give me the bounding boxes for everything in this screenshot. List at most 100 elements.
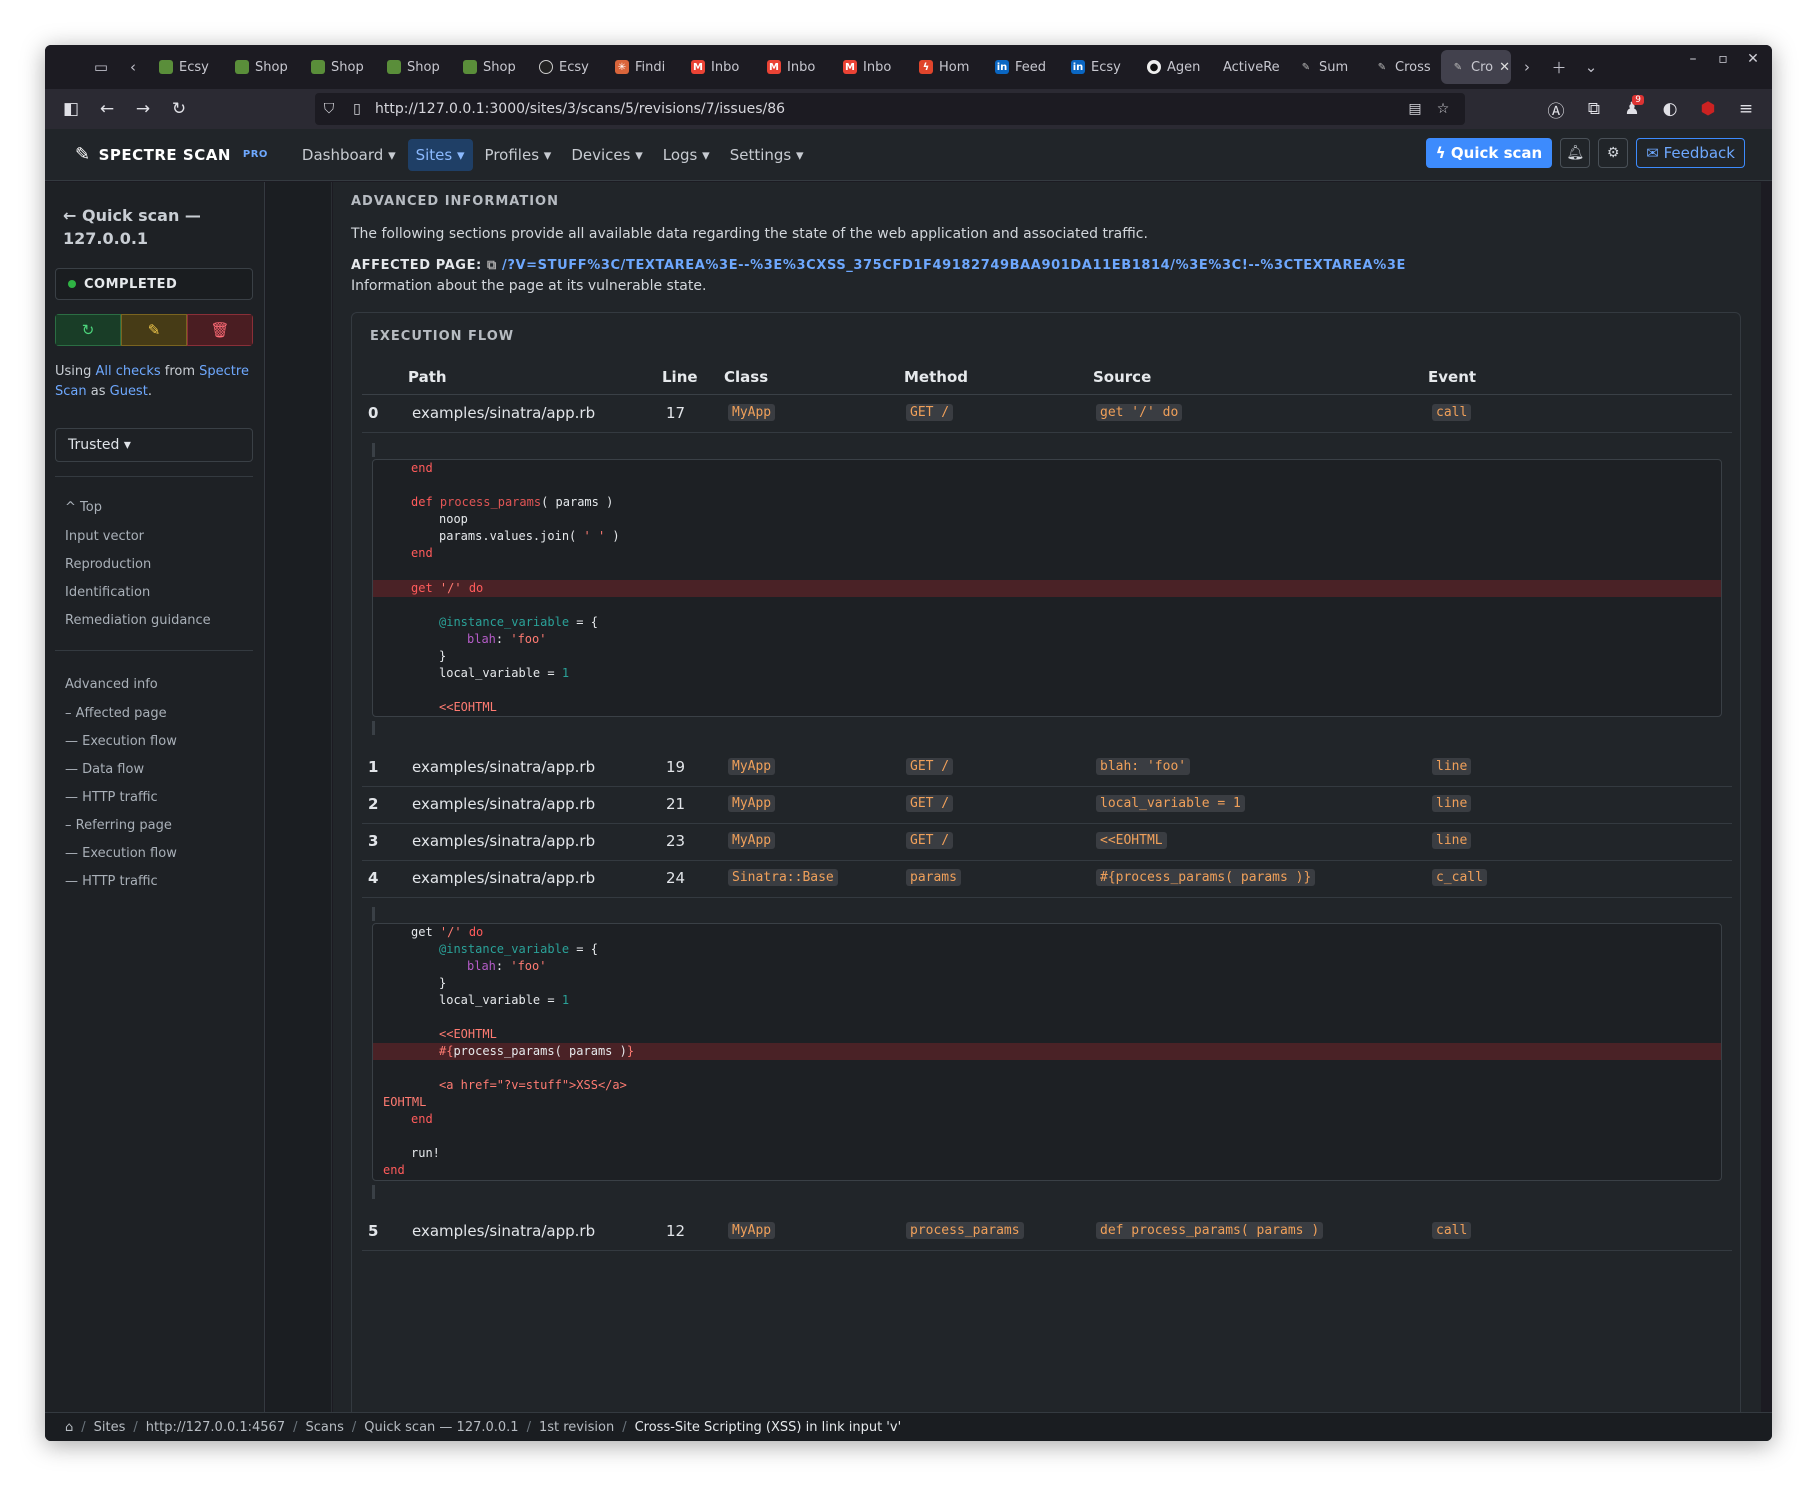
close-tab-icon[interactable]: ✕ bbox=[1499, 60, 1510, 75]
app-header: ✎ SPECTRE SCAN PRO Dashboard ▾ Sites ▾ Pr… bbox=[45, 129, 1772, 181]
sidebar-toggle-icon[interactable]: ◧ bbox=[53, 93, 89, 125]
rescan-button[interactable]: ↻ bbox=[55, 314, 121, 346]
toc-input-vector[interactable]: Input vector bbox=[65, 529, 144, 544]
browser-tab[interactable]: M Inbo bbox=[757, 50, 833, 84]
toc-data-flow[interactable]: — Data flow bbox=[65, 762, 144, 777]
toc-execution-flow[interactable]: — Execution flow bbox=[65, 734, 177, 749]
brand[interactable]: ✎ SPECTRE SCAN PRO bbox=[75, 144, 268, 165]
toc-advanced-info[interactable]: Advanced info bbox=[65, 677, 158, 692]
account-icon[interactable]: Ⓐ bbox=[1540, 93, 1572, 125]
browser-tab[interactable]: in Feed bbox=[985, 50, 1061, 84]
close-window-icon[interactable]: ✕ bbox=[1742, 51, 1764, 67]
toc-referring-page[interactable]: – Referring page bbox=[65, 818, 172, 833]
shop-icon bbox=[311, 60, 325, 74]
notifications-ext-icon[interactable]: ♟ 9 bbox=[1616, 93, 1648, 125]
code-bracket bbox=[372, 721, 375, 735]
crumb-scan[interactable]: Quick scan — 127.0.0.1 bbox=[364, 1420, 518, 1435]
browser-tab[interactable]: Shop bbox=[453, 50, 529, 84]
nav-bar: ◧ ← → ↻ ⛉ ▯ http://127.0.0.1:3000/sites/… bbox=[45, 89, 1772, 129]
browser-tab[interactable]: ✳ Findi bbox=[605, 50, 681, 84]
forward-icon[interactable]: → bbox=[125, 93, 161, 125]
reload-icon[interactable]: ↻ bbox=[161, 93, 197, 125]
sync-icon[interactable]: ◐ bbox=[1654, 93, 1686, 125]
tab-scroll-left-icon[interactable]: ‹ bbox=[117, 51, 149, 83]
menu-logs[interactable]: Logs ▾ bbox=[655, 139, 718, 171]
browser-tab[interactable]: Shop bbox=[301, 50, 377, 84]
bookmark-star-icon[interactable]: ☆ bbox=[1429, 101, 1457, 117]
crumb-scans[interactable]: Scans bbox=[305, 1420, 343, 1435]
browser-tab[interactable]: ✎ Sum bbox=[1289, 50, 1365, 84]
hamburger-menu-icon[interactable]: ≡ bbox=[1730, 93, 1762, 125]
menu-sites[interactable]: Sites ▾ bbox=[407, 138, 473, 171]
toc-referring-execution-flow[interactable]: — Execution flow bbox=[65, 846, 177, 861]
crumb-issue: Cross-Site Scripting (XSS) in link input… bbox=[634, 1419, 902, 1435]
gear-icon[interactable]: ⚙ bbox=[1598, 138, 1629, 168]
back-icon[interactable]: ← bbox=[89, 93, 125, 125]
toc-reproduction[interactable]: Reproduction bbox=[65, 557, 151, 572]
table-row[interactable]: 3 examples/sinatra/app.rb 23 MyApp GET /… bbox=[362, 823, 1732, 861]
toc-remediation[interactable]: Remediation guidance bbox=[65, 613, 211, 628]
main-menu: Dashboard ▾ Sites ▾ Profiles ▾ Devices ▾… bbox=[294, 138, 812, 171]
trusted-dropdown[interactable]: Trusted ▾ bbox=[55, 428, 253, 462]
affected-page: AFFECTED PAGE: ⧉ /?V=STUFF%3C/TEXTAREA%3… bbox=[351, 258, 1406, 273]
tab-list-chevron-icon[interactable]: ⌄ bbox=[1575, 51, 1607, 83]
reader-view-icon[interactable]: ▤ bbox=[1401, 101, 1429, 117]
minimize-icon[interactable]: – bbox=[1682, 51, 1704, 67]
toc-identification[interactable]: Identification bbox=[65, 585, 150, 600]
table-row[interactable]: 5 examples/sinatra/app.rb 12 MyApp proce… bbox=[362, 1213, 1732, 1251]
browser-tab[interactable]: M Inbo bbox=[681, 50, 757, 84]
crumb-sites[interactable]: Sites bbox=[94, 1420, 126, 1435]
menu-devices[interactable]: Devices ▾ bbox=[563, 139, 650, 171]
toc-top[interactable]: ^ Top bbox=[65, 500, 102, 515]
affected-page-link[interactable]: /?V=STUFF%3C/TEXTAREA%3E--%3E%3CXSS_375C… bbox=[502, 258, 1406, 273]
crumb-revision[interactable]: 1st revision bbox=[539, 1420, 614, 1435]
toc-affected-page[interactable]: – Affected page bbox=[65, 706, 167, 721]
bell-icon[interactable]: 🔔︎ bbox=[1560, 138, 1591, 168]
browser-tab[interactable]: in Ecsy bbox=[1061, 50, 1137, 84]
table-row[interactable]: 2 examples/sinatra/app.rb 21 MyApp GET /… bbox=[362, 786, 1732, 824]
envelope-icon: ✉ bbox=[1646, 144, 1659, 162]
url-bar[interactable]: ⛉ ▯ http://127.0.0.1:3000/sites/3/scans/… bbox=[315, 93, 1465, 125]
browser-tab[interactable]: Ecsy bbox=[149, 50, 225, 84]
guest-link[interactable]: Guest bbox=[110, 384, 148, 399]
maximize-icon[interactable]: ▫ bbox=[1712, 51, 1734, 67]
browser-tab[interactable]: ✎ Cross bbox=[1365, 50, 1441, 84]
browser-tab[interactable]: Ecsy bbox=[529, 50, 605, 84]
browser-tab[interactable]: ActiveRe bbox=[1213, 50, 1289, 84]
browser-tab[interactable]: Shop bbox=[377, 50, 453, 84]
checks-link[interactable]: All checks bbox=[96, 364, 161, 379]
browser-tab-active[interactable]: ✎ Cro ✕ bbox=[1441, 50, 1511, 84]
divider bbox=[55, 476, 253, 477]
tab-scroll-right-icon[interactable]: › bbox=[1511, 51, 1543, 83]
delete-button[interactable]: 🗑︎ bbox=[187, 314, 253, 346]
menu-dashboard[interactable]: Dashboard ▾ bbox=[294, 139, 404, 171]
ublock-icon[interactable]: ⬢ bbox=[1692, 93, 1724, 125]
scan-config-text: Using All checks from Spectre Scan as Gu… bbox=[55, 364, 249, 399]
quick-scan-button[interactable]: ϟ Quick scan bbox=[1425, 138, 1553, 168]
code-bracket bbox=[372, 907, 375, 921]
feedback-button[interactable]: ✉ Feedback bbox=[1636, 138, 1745, 168]
browser-tab[interactable]: ϟ Hom bbox=[909, 50, 985, 84]
scan-title[interactable]: ← Quick scan — 127.0.0.1 bbox=[63, 204, 243, 250]
browser-tab[interactable]: M Inbo bbox=[833, 50, 909, 84]
crumb-site[interactable]: http://127.0.0.1:4567 bbox=[146, 1420, 285, 1435]
home-icon[interactable]: ⌂ bbox=[65, 1420, 73, 1435]
browser-tab[interactable]: ● Agen bbox=[1137, 50, 1213, 84]
menu-profiles[interactable]: Profiles ▾ bbox=[477, 139, 560, 171]
browser-tab[interactable]: Shop bbox=[225, 50, 301, 84]
url-text: http://127.0.0.1:3000/sites/3/scans/5/re… bbox=[375, 101, 786, 117]
shop-icon bbox=[463, 60, 477, 74]
menu-settings[interactable]: Settings ▾ bbox=[722, 139, 812, 171]
pen-icon: ✎ bbox=[1301, 61, 1311, 73]
table-row[interactable]: 4 examples/sinatra/app.rb 24 Sinatra::Ba… bbox=[362, 860, 1732, 898]
toc-referring-http-traffic[interactable]: — HTTP traffic bbox=[65, 874, 158, 889]
edit-button[interactable]: ✎ bbox=[121, 314, 187, 346]
table-row[interactable]: 0 examples/sinatra/app.rb 17 MyApp GET /… bbox=[362, 395, 1732, 433]
extensions-icon[interactable]: ⧉ bbox=[1578, 93, 1610, 125]
new-tab-icon[interactable]: ＋ bbox=[1543, 51, 1575, 83]
sidebar: ← Quick scan — 127.0.0.1 COMPLETED ↻ ✎ 🗑… bbox=[45, 182, 265, 1412]
section-title: ADVANCED INFORMATION bbox=[351, 194, 559, 209]
table-row[interactable]: 1 examples/sinatra/app.rb 19 MyApp GET /… bbox=[362, 749, 1732, 787]
toc-http-traffic[interactable]: — HTTP traffic bbox=[65, 790, 158, 805]
tab-overview-icon[interactable]: ▭ bbox=[85, 51, 117, 83]
